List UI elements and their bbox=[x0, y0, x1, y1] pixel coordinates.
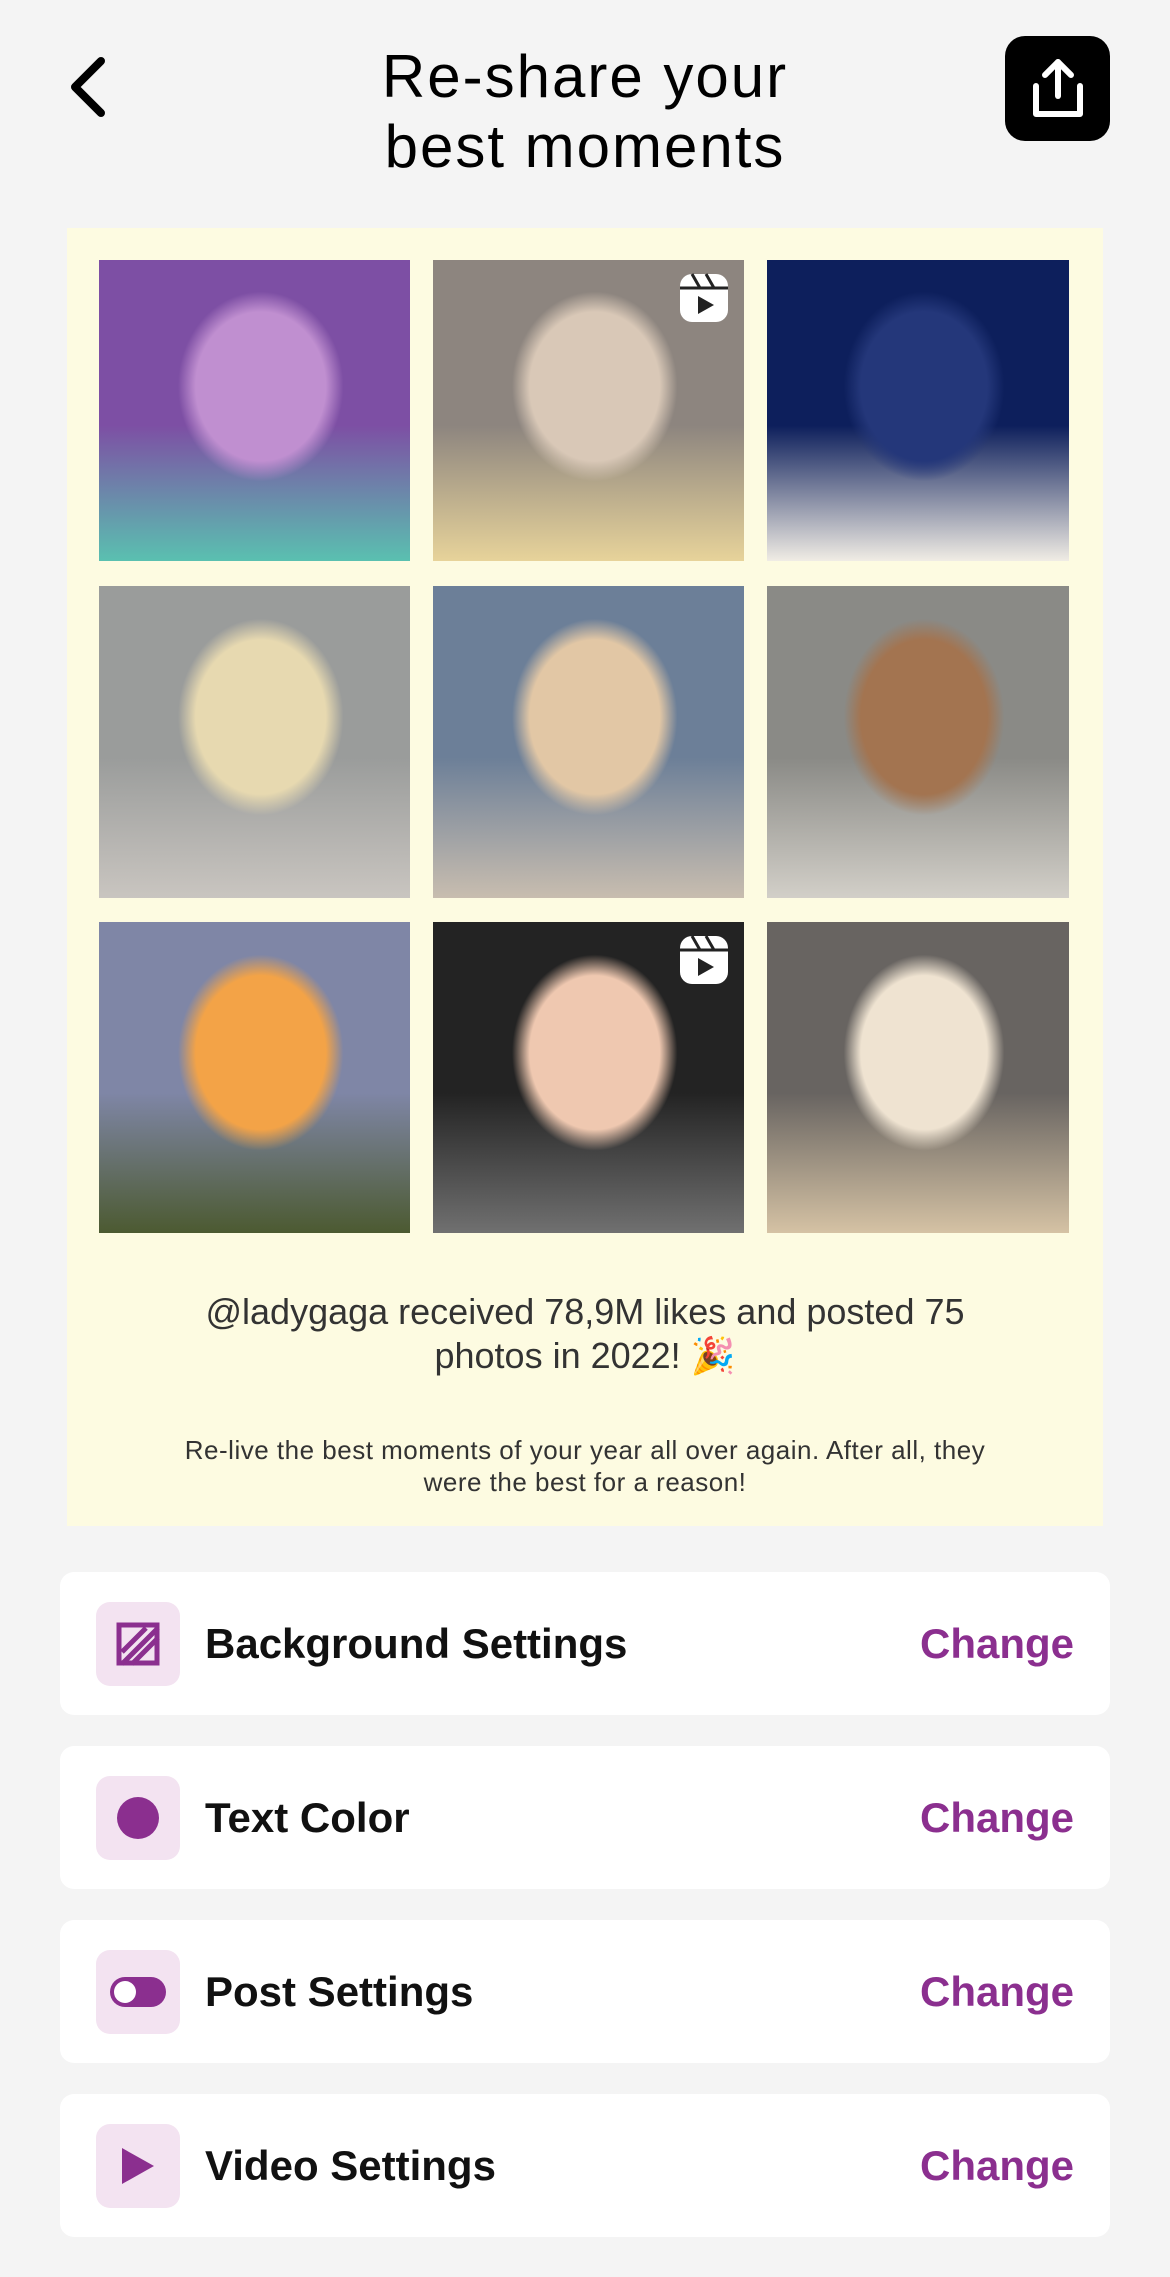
play-icon bbox=[96, 2124, 180, 2208]
setting-row-post-settings[interactable]: Post Settings Change bbox=[60, 1920, 1110, 2063]
photo-sparkle-dress[interactable] bbox=[767, 922, 1069, 1233]
background-pattern-icon bbox=[96, 1602, 180, 1686]
setting-label: Post Settings bbox=[205, 1968, 474, 2015]
share-upload-icon bbox=[1032, 58, 1083, 117]
color-dot-icon bbox=[96, 1776, 180, 1860]
photo-white-gown-blue-curtain[interactable] bbox=[767, 260, 1069, 561]
photo-studded-jacket-video[interactable] bbox=[433, 922, 744, 1233]
page-title-line1: Re-share your bbox=[381, 43, 789, 110]
header: Re-share your best moments bbox=[0, 0, 1170, 210]
page-title-line2: best moments bbox=[384, 113, 786, 180]
setting-row-background-settings[interactable]: Background Settings Change bbox=[60, 1572, 1110, 1715]
stats-text: @ladygaga received 78,9M likes and poste… bbox=[205, 1291, 965, 1376]
photo-grammy-purple[interactable] bbox=[99, 260, 410, 561]
photo-selfie-video[interactable] bbox=[433, 260, 744, 561]
reels-icon bbox=[680, 273, 728, 322]
photo-portrait-gray[interactable] bbox=[99, 586, 410, 898]
chevron-left-icon bbox=[71, 57, 105, 117]
share-button[interactable] bbox=[1005, 36, 1110, 141]
toggle-icon bbox=[96, 1950, 180, 2034]
setting-label: Video Settings bbox=[205, 2142, 496, 2189]
change-button[interactable]: Change bbox=[920, 1746, 1074, 1889]
setting-label: Background Settings bbox=[205, 1620, 628, 1667]
recap-subtitle: Re-live the best moments of your year al… bbox=[184, 1435, 986, 1497]
setting-label: Text Color bbox=[205, 1794, 410, 1841]
recap-card: @ladygaga received 78,9M likes and poste… bbox=[67, 228, 1103, 1526]
page-title: Re-share your best moments bbox=[300, 42, 870, 182]
change-button[interactable]: Change bbox=[920, 1920, 1074, 2063]
change-button[interactable]: Change bbox=[920, 2094, 1074, 2237]
setting-row-text-color[interactable]: Text Color Change bbox=[60, 1746, 1110, 1889]
back-button[interactable] bbox=[52, 52, 122, 122]
reels-icon bbox=[680, 935, 728, 984]
setting-row-video-settings[interactable]: Video Settings Change bbox=[60, 2094, 1110, 2237]
photo-mirror-selfie[interactable] bbox=[767, 586, 1069, 898]
photo-selfie-window[interactable] bbox=[433, 586, 744, 898]
photo-sunset[interactable] bbox=[99, 922, 410, 1233]
change-button[interactable]: Change bbox=[920, 1572, 1074, 1715]
